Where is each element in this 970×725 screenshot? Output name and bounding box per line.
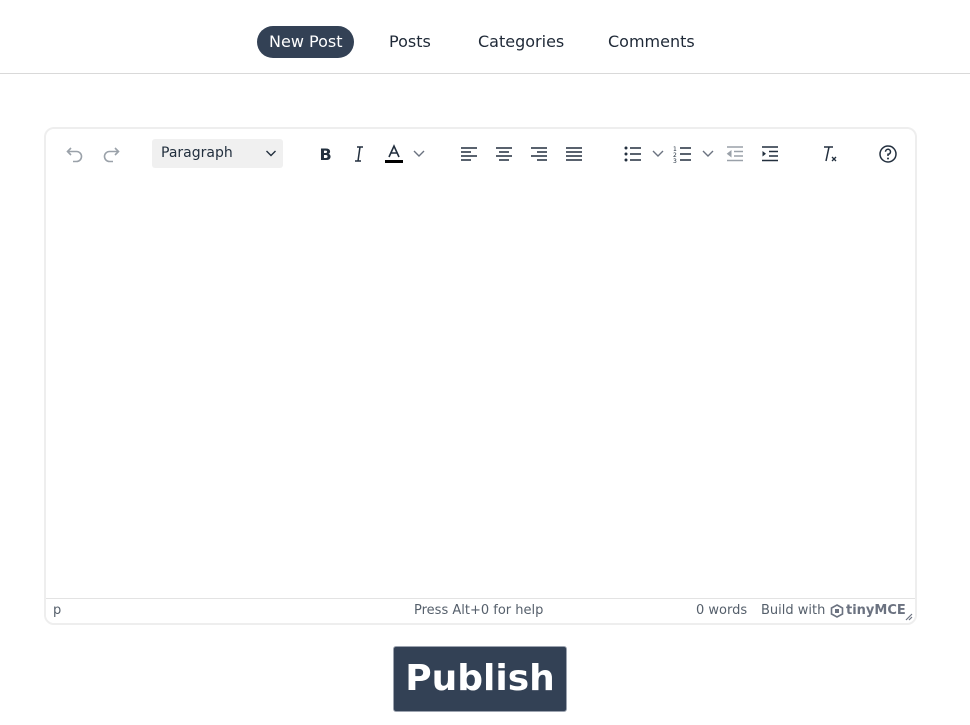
svg-text:B: B	[320, 145, 332, 164]
redo-icon	[103, 147, 120, 163]
numbered-list-chevron-icon[interactable]	[701, 145, 715, 161]
text-color-chevron-icon[interactable]	[412, 145, 426, 161]
editor-toolbar: Paragraph B 123	[46, 129, 915, 177]
resize-handle-icon[interactable]	[903, 611, 913, 621]
word-count[interactable]: 0 words	[696, 603, 747, 618]
rich-text-editor: Paragraph B 123 p Press Alt+0 for help 0…	[44, 127, 917, 625]
tinymce-logo-text: tinyMCE	[846, 603, 906, 618]
bold-icon: B	[320, 145, 332, 164]
redo-button[interactable]	[96, 139, 126, 169]
nav-posts[interactable]: Posts	[377, 26, 443, 58]
text-color-button[interactable]	[379, 139, 409, 169]
clear-formatting-icon	[824, 146, 837, 162]
top-nav: New Post Posts Categories Comments	[0, 0, 970, 74]
block-format-label: Paragraph	[161, 145, 233, 161]
align-right-icon	[531, 147, 547, 161]
help-hint: Press Alt+0 for help	[414, 603, 544, 618]
justify-icon	[566, 147, 582, 161]
align-center-button[interactable]	[489, 139, 519, 169]
align-left-button[interactable]	[454, 139, 484, 169]
italic-button[interactable]	[344, 139, 374, 169]
nav-categories[interactable]: Categories	[466, 26, 576, 58]
outdent-button[interactable]	[720, 139, 750, 169]
bullet-list-chevron-icon[interactable]	[651, 145, 665, 161]
indent-icon	[762, 146, 778, 162]
bullet-list-button[interactable]	[618, 139, 648, 169]
undo-icon	[66, 147, 83, 163]
editor-content-area[interactable]	[46, 177, 915, 600]
italic-icon	[355, 146, 363, 162]
bullet-list-icon	[624, 146, 641, 162]
undo-button[interactable]	[60, 139, 90, 169]
align-left-icon	[461, 147, 477, 161]
numbered-list-icon: 123	[673, 146, 691, 164]
tinymce-logo[interactable]: tinyMCE	[830, 603, 906, 618]
help-button[interactable]	[873, 139, 903, 169]
text-color-icon	[385, 144, 403, 163]
publish-button[interactable]: Publish	[393, 646, 567, 712]
chevron-down-icon	[266, 150, 276, 157]
numbered-list-button[interactable]: 123	[668, 139, 698, 169]
nav-comments[interactable]: Comments	[596, 26, 707, 58]
bold-button[interactable]: B	[310, 139, 340, 169]
branding-text: Build with	[761, 603, 826, 618]
clear-formatting-button[interactable]	[814, 139, 844, 169]
element-path[interactable]: p	[53, 603, 61, 618]
editor-statusbar: p Press Alt+0 for help 0 words Build wit…	[46, 598, 915, 623]
tinymce-logo-icon	[830, 603, 844, 618]
help-icon	[879, 145, 897, 163]
nav-new-post[interactable]: New Post	[257, 26, 355, 58]
svg-text:3: 3	[673, 158, 677, 164]
justify-button[interactable]	[559, 139, 589, 169]
align-center-icon	[496, 147, 512, 161]
align-right-button[interactable]	[524, 139, 554, 169]
indent-button[interactable]	[755, 139, 785, 169]
block-format-select[interactable]: Paragraph	[152, 139, 283, 168]
outdent-icon	[726, 146, 743, 162]
